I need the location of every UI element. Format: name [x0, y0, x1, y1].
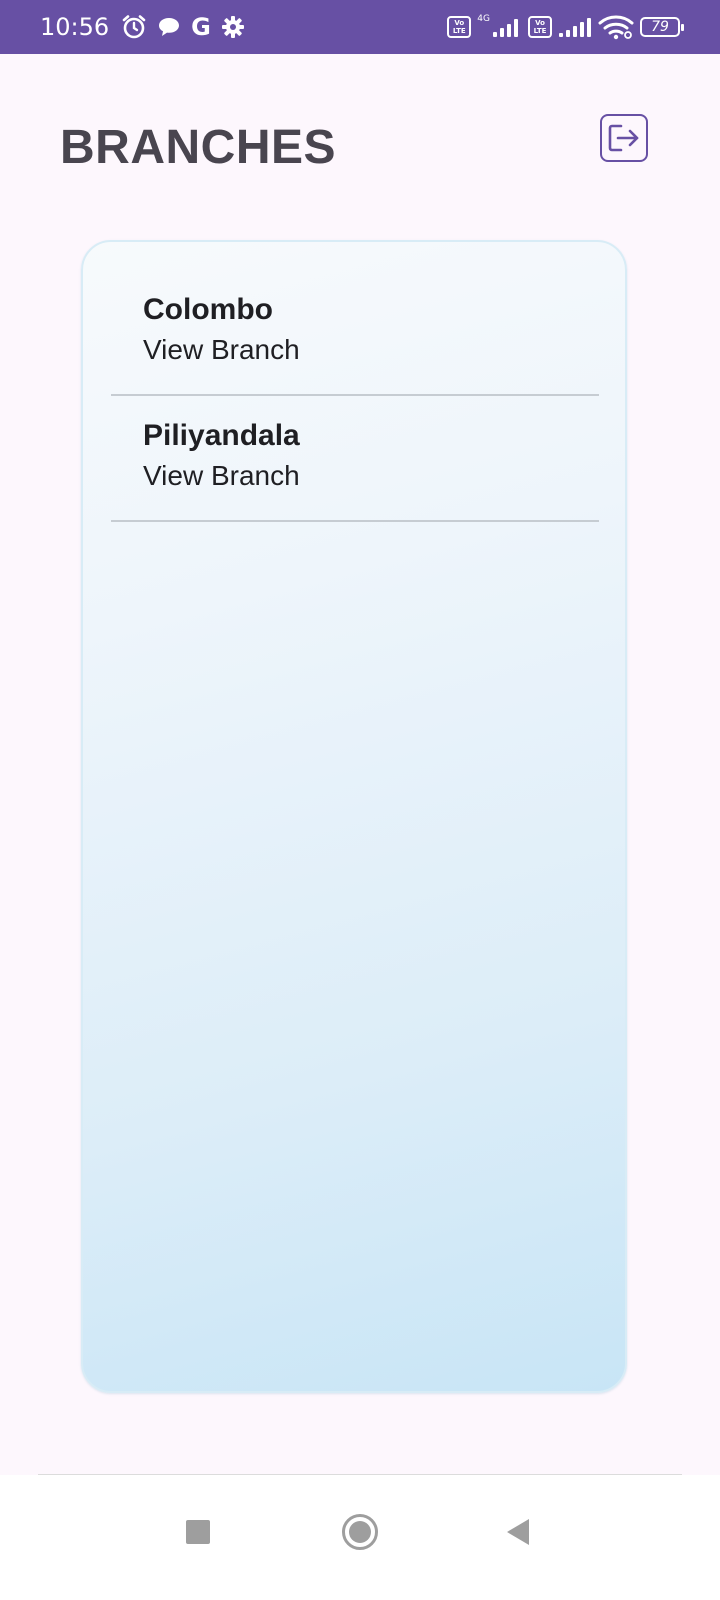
- network-type-label: 4G: [477, 14, 490, 24]
- branch-item-colombo[interactable]: Colombo View Branch: [111, 270, 599, 396]
- signal-icon: [492, 16, 522, 38]
- status-bar: 10:56 G Vo LTE 4G Vo LTE 79: [0, 0, 720, 54]
- signal-icon-2: [558, 16, 592, 38]
- back-icon: [504, 1517, 532, 1547]
- branch-card: Colombo View Branch Piliyandala View Bra…: [81, 240, 627, 1393]
- logout-icon: [607, 123, 641, 153]
- status-left: 10:56 G: [40, 13, 245, 41]
- branch-list: Colombo View Branch Piliyandala View Bra…: [111, 270, 599, 522]
- branch-name: Piliyandala: [143, 419, 300, 452]
- back-button[interactable]: [490, 1504, 546, 1560]
- alarm-icon: [121, 14, 147, 40]
- navigation-bar: [0, 1475, 720, 1600]
- volte-icon: Vo LTE: [447, 16, 472, 38]
- home-button[interactable]: [332, 1504, 388, 1560]
- status-time: 10:56: [40, 13, 110, 41]
- google-icon: G: [191, 13, 211, 41]
- wifi-icon: [598, 14, 634, 40]
- status-right: Vo LTE 4G Vo LTE 79: [447, 14, 684, 40]
- branch-name: Colombo: [143, 293, 273, 326]
- logout-button[interactable]: [600, 114, 648, 162]
- page-title: BRANCHES: [60, 121, 337, 174]
- view-branch-link[interactable]: View Branch: [143, 458, 599, 494]
- battery-icon: 79: [640, 17, 684, 37]
- branch-item-piliyandala[interactable]: Piliyandala View Branch: [111, 396, 599, 522]
- recent-apps-button[interactable]: [170, 1504, 226, 1560]
- volte-icon-2: Vo LTE: [528, 16, 552, 38]
- home-icon: [340, 1512, 380, 1552]
- chat-icon: [157, 16, 181, 38]
- view-branch-link[interactable]: View Branch: [143, 332, 599, 368]
- settings-icon: [221, 15, 245, 39]
- recent-apps-icon: [185, 1519, 211, 1545]
